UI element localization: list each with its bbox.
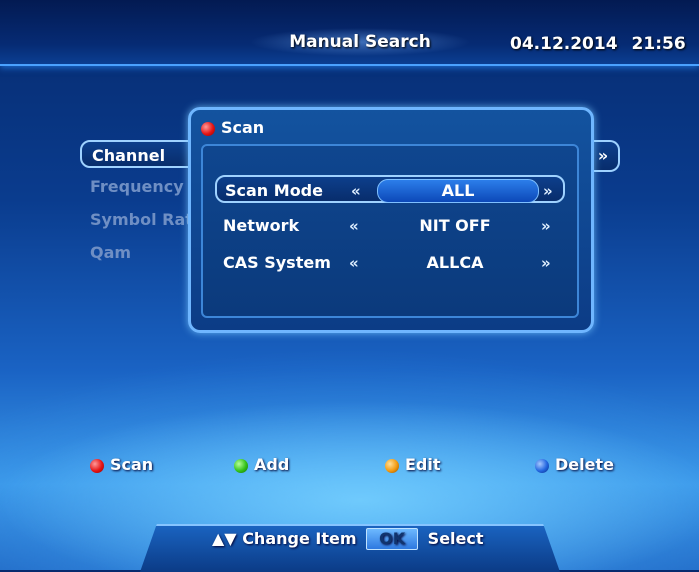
cas-system-left-arrow-icon[interactable]: «	[349, 249, 359, 277]
scan-mode-left-arrow-icon[interactable]: «	[351, 177, 361, 205]
scan-mode-label: Scan Mode	[225, 181, 323, 200]
blue-button-icon	[535, 458, 549, 473]
cas-system-row[interactable]: CAS System « ALLCA »	[215, 249, 565, 277]
menu-item-symbol-rate[interactable]: Symbol Rat	[80, 206, 200, 234]
menu-item-channel[interactable]: Channel	[80, 140, 200, 168]
network-value[interactable]: NIT OFF	[375, 212, 535, 240]
scan-mode-value[interactable]: ALL	[377, 179, 539, 203]
network-left-arrow-icon[interactable]: «	[349, 212, 359, 240]
scan-mode-right-arrow-icon[interactable]: »	[543, 177, 553, 205]
delete-button-label: Delete	[555, 455, 614, 474]
delete-color-button[interactable]: Delete	[535, 455, 614, 475]
select-label: Select	[427, 529, 484, 548]
scan-color-button[interactable]: Scan	[90, 455, 153, 475]
dialog-body: Scan Mode « ALL » Network « NIT OFF » CA…	[201, 144, 579, 318]
scan-button-label: Scan	[110, 455, 154, 474]
red-button-icon	[90, 458, 104, 473]
add-color-button[interactable]: Add	[234, 455, 289, 475]
scan-dialog: Scan Scan Mode « ALL » Network « NIT OFF…	[188, 107, 594, 333]
cas-system-value[interactable]: ALLCA	[375, 249, 535, 277]
green-button-icon	[234, 458, 248, 473]
datetime: 04.12.2014 21:56	[510, 34, 686, 54]
up-down-arrows-icon: ▲▼	[212, 529, 237, 548]
cas-system-right-arrow-icon[interactable]: »	[541, 249, 551, 277]
cas-system-label: CAS System	[223, 253, 331, 272]
dialog-title: Scan	[221, 118, 265, 137]
network-right-arrow-icon[interactable]: »	[541, 212, 551, 240]
menu-item-frequency[interactable]: Frequency	[80, 173, 200, 201]
add-button-label: Add	[254, 455, 290, 474]
edit-color-button[interactable]: Edit	[385, 455, 441, 475]
red-dot-icon	[201, 121, 215, 136]
edit-button-label: Edit	[405, 455, 441, 474]
date-label: 04.12.2014	[510, 34, 618, 54]
menu-item-qam[interactable]: Qam	[80, 239, 200, 267]
network-label: Network	[223, 216, 300, 235]
help-hint: ▲▼ Change Item OK Select	[212, 528, 484, 550]
network-row[interactable]: Network « NIT OFF »	[215, 212, 565, 240]
time-label: 21:56	[631, 34, 686, 54]
yellow-button-icon	[385, 458, 399, 473]
ok-button[interactable]: OK	[366, 528, 419, 550]
page-title: Manual Search	[250, 28, 470, 56]
scan-mode-row[interactable]: Scan Mode « ALL »	[215, 175, 565, 203]
dialog-header: Scan	[201, 116, 264, 140]
change-item-label: Change Item	[242, 529, 357, 548]
